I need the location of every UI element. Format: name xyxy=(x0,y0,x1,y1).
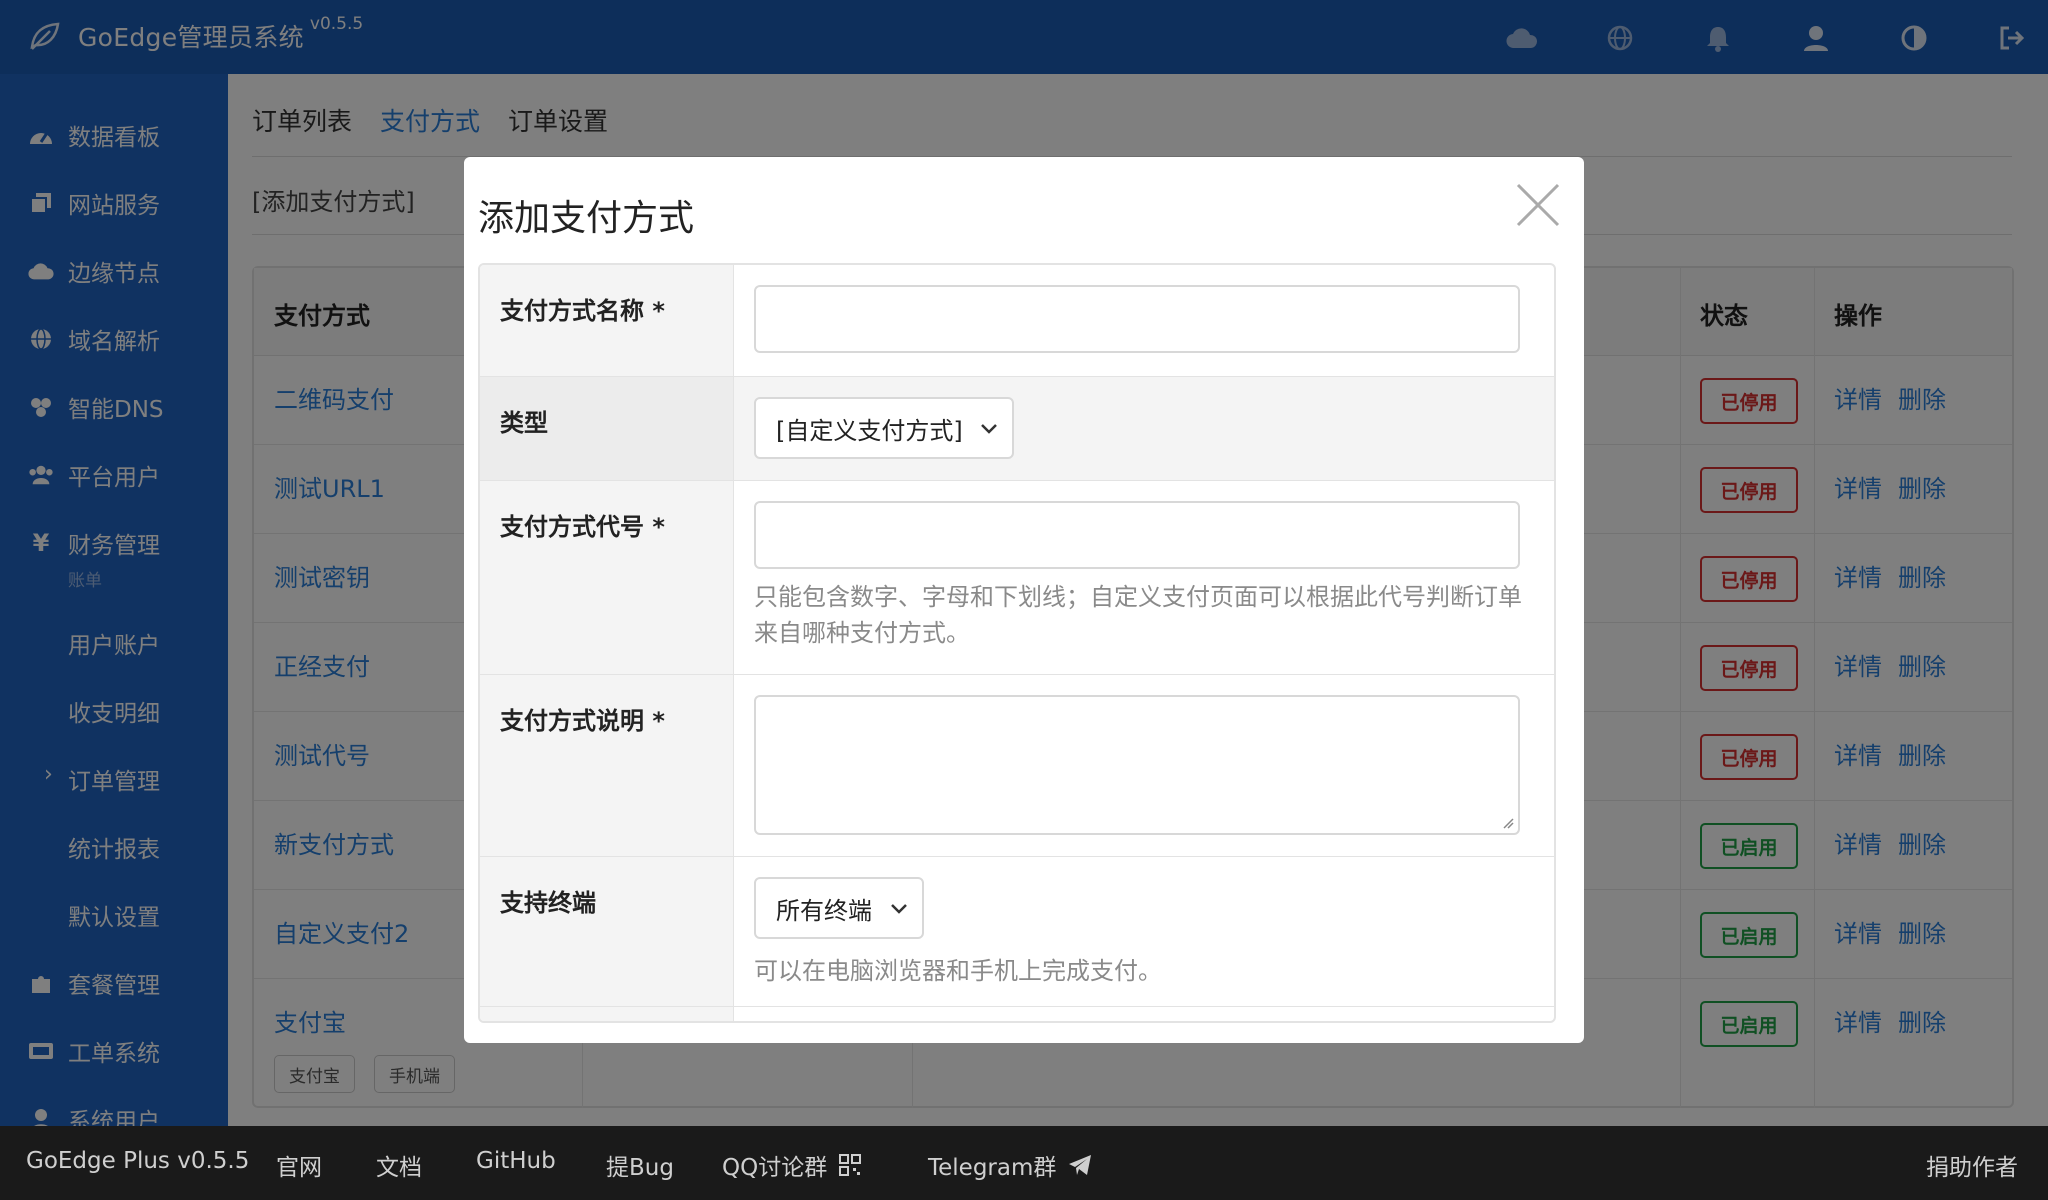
telegram-icon xyxy=(1069,1155,1092,1175)
type-select[interactable]: [自定义支付方式] xyxy=(754,397,1014,459)
form-row-name: 支付方式名称 * xyxy=(480,265,1554,377)
name-input[interactable] xyxy=(754,285,1520,353)
qrcode-icon xyxy=(839,1154,862,1176)
form-field-cell: 所有终端 可以在电脑浏览器和手机上完成支付。 xyxy=(734,857,1554,1006)
form-row-code: 支付方式代号 * 只能包含数字、字母和下划线；自定义支付页面可以根据此代号判断订… xyxy=(480,481,1554,675)
footer-donate-link[interactable]: 捐助作者 xyxy=(1926,1148,2018,1182)
add-payment-method-modal: 添加支付方式 支付方式名称 * 类型 [自定义支付方式] 支付方式代号 * 只能… xyxy=(464,157,1584,1043)
footer-link-label: Telegram群 xyxy=(928,1155,1057,1181)
payment-method-form: 支付方式名称 * 类型 [自定义支付方式] 支付方式代号 * 只能包含数字、字母… xyxy=(478,263,1556,1023)
type-label: 类型 xyxy=(500,409,548,437)
close-icon[interactable] xyxy=(1512,179,1564,231)
footer-product: GoEdge Plus v0.5.5 xyxy=(26,1148,250,1174)
form-row-description: 支付方式说明 * xyxy=(480,675,1554,857)
description-label: 支付方式说明 * xyxy=(500,707,665,735)
form-label-cell: 支付方式代号 * xyxy=(480,481,734,674)
form-row-type: 类型 [自定义支付方式] xyxy=(480,377,1554,481)
form-label-cell: 支持终端 xyxy=(480,857,734,1006)
code-input[interactable] xyxy=(754,501,1520,569)
footer-link-github[interactable]: GitHub xyxy=(476,1148,556,1174)
form-row-client: 支持终端 所有终端 可以在电脑浏览器和手机上完成支付。 xyxy=(480,857,1554,1007)
client-select-value: 所有终端 xyxy=(776,896,872,925)
form-label-cell xyxy=(480,1007,734,1021)
code-hint: 只能包含数字、字母和下划线；自定义支付页面可以根据此代号判断订单来自哪种支付方式… xyxy=(754,583,1522,647)
client-select[interactable]: 所有终端 xyxy=(754,877,924,939)
form-field-cell xyxy=(734,675,1554,856)
form-row-next xyxy=(480,1007,1554,1021)
footer-link-bug[interactable]: 提Bug xyxy=(606,1148,674,1182)
chevron-down-icon xyxy=(981,424,997,434)
footer-link-telegram[interactable]: Telegram群 xyxy=(928,1148,1092,1182)
client-label: 支持终端 xyxy=(500,889,596,917)
form-field-cell: 只能包含数字、字母和下划线；自定义支付页面可以根据此代号判断订单来自哪种支付方式… xyxy=(734,481,1554,674)
form-field-cell xyxy=(734,265,1554,376)
client-hint: 可以在电脑浏览器和手机上完成支付。 xyxy=(754,957,1162,985)
modal-title: 添加支付方式 xyxy=(478,198,695,239)
footer-link-qq[interactable]: QQ讨论群 xyxy=(722,1148,862,1182)
chevron-down-icon xyxy=(891,904,907,914)
footer-link-label: QQ讨论群 xyxy=(722,1155,828,1181)
type-select-value: [自定义支付方式] xyxy=(776,416,963,445)
form-label-cell: 支付方式说明 * xyxy=(480,675,734,856)
form-label-cell: 类型 xyxy=(480,377,734,480)
form-label-cell: 支付方式名称 * xyxy=(480,265,734,376)
footer-link-docs[interactable]: 文档 xyxy=(376,1148,422,1182)
footer: GoEdge Plus v0.5.5 官网 文档 GitHub 提Bug QQ讨… xyxy=(0,1126,2048,1200)
description-textarea[interactable] xyxy=(754,695,1520,835)
resize-grip-icon[interactable] xyxy=(1502,817,1514,829)
form-field-cell: [自定义支付方式] xyxy=(734,377,1554,480)
name-label: 支付方式名称 * xyxy=(500,297,665,325)
code-label: 支付方式代号 * xyxy=(500,513,665,541)
footer-link-website[interactable]: 官网 xyxy=(276,1148,322,1182)
